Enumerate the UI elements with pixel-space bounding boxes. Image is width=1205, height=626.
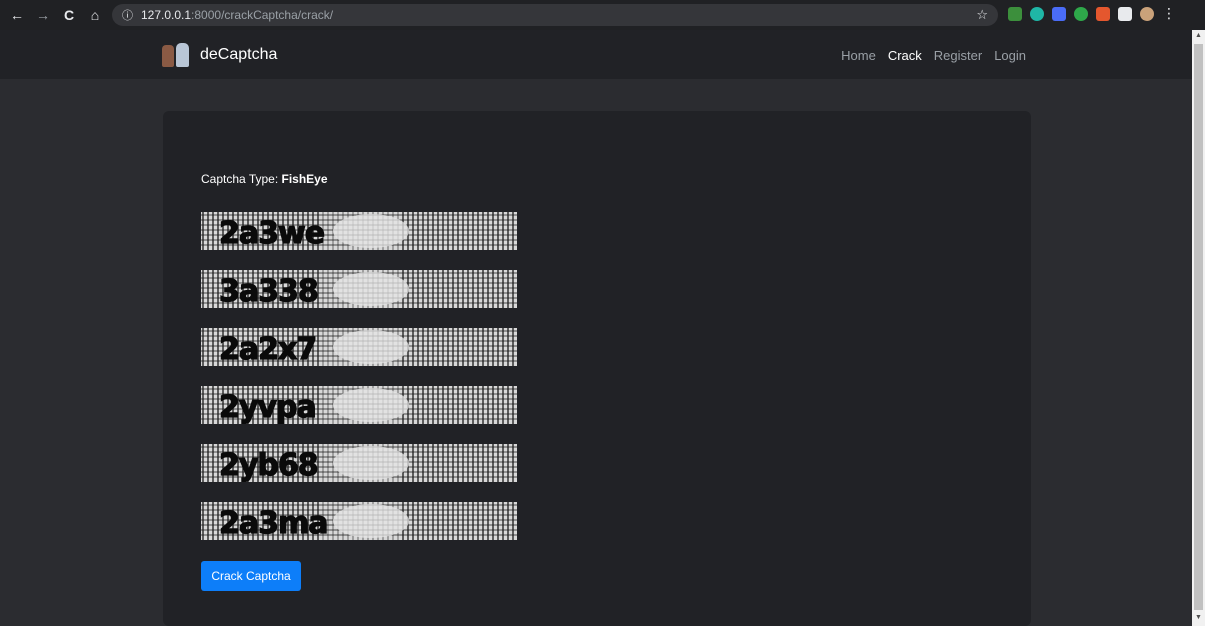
- site-navbar: deCaptcha Home Crack Register Login: [0, 30, 1192, 79]
- captcha-text: 3a338: [219, 274, 318, 308]
- captcha-type-label: Captcha Type:: [201, 172, 282, 186]
- brand[interactable]: deCaptcha: [162, 41, 277, 69]
- extension-flag-icon[interactable]: [1096, 6, 1110, 21]
- nav-crack[interactable]: Crack: [888, 48, 922, 63]
- extensions-bar: ⋮: [1008, 5, 1176, 22]
- captcha-image: 2a3we: [201, 212, 517, 250]
- captcha-image: 2a2x7: [201, 328, 517, 366]
- captcha-list: 2a3we 3a338 2a2x7 2yvpa 2yb68 2a3ma: [201, 212, 517, 560]
- extension-evernote-icon[interactable]: [1074, 6, 1088, 21]
- bookmark-star-icon[interactable]: ☆: [976, 7, 988, 23]
- captcha-text: 2yb68: [219, 448, 318, 482]
- captcha-text: 2a3we: [219, 216, 324, 250]
- captcha-text: 2a3ma: [219, 506, 328, 540]
- reload-icon[interactable]: C: [58, 4, 80, 26]
- scroll-up-icon[interactable]: ▲: [1194, 32, 1203, 42]
- crack-captcha-button[interactable]: Crack Captcha: [201, 561, 301, 591]
- crack-card: Captcha Type: FishEye 2a3we 3a338 2a2x7 2yv…: [163, 111, 1031, 626]
- address-bar[interactable]: ⓘ 127.0.0.1:8000/crackCaptcha/crack/ ☆: [112, 4, 998, 26]
- extension-edit-icon[interactable]: [1008, 6, 1022, 21]
- scroll-down-icon[interactable]: ▼: [1194, 614, 1203, 624]
- nav-links: Home Crack Register Login: [841, 48, 1026, 63]
- nav-home[interactable]: Home: [841, 48, 876, 63]
- nav-register[interactable]: Register: [934, 48, 982, 63]
- browser-menu-icon[interactable]: ⋮: [1162, 5, 1176, 22]
- home-icon[interactable]: ⌂: [84, 4, 106, 26]
- captcha-text: 2a2x7: [219, 332, 316, 366]
- extensions-puzzle-icon[interactable]: [1118, 6, 1132, 21]
- captcha-type-value: FishEye: [281, 172, 328, 186]
- captcha-image: 2yvpa: [201, 386, 517, 424]
- brand-logo-icon: [162, 41, 192, 69]
- captcha-type-line: Captcha Type: FishEye: [201, 172, 328, 186]
- back-icon[interactable]: ←: [6, 4, 28, 26]
- scrollbar[interactable]: ▲ ▼: [1192, 30, 1205, 626]
- browser-toolbar: ← → C ⌂ ⓘ 127.0.0.1:8000/crackCaptcha/cr…: [0, 0, 1205, 30]
- profile-avatar[interactable]: [1140, 6, 1154, 21]
- captcha-image: 2yb68: [201, 444, 517, 482]
- captcha-image: 3a338: [201, 270, 517, 308]
- page: deCaptcha Home Crack Register Login Capt…: [0, 30, 1192, 626]
- site-info-icon[interactable]: ⓘ: [122, 7, 133, 23]
- scroll-thumb[interactable]: [1194, 44, 1203, 610]
- captcha-text: 2yvpa: [219, 390, 316, 424]
- brand-name: deCaptcha: [200, 46, 278, 63]
- extension-m-icon[interactable]: [1030, 6, 1044, 21]
- captcha-image: 2a3ma: [201, 502, 517, 540]
- url-host: 127.0.0.1: [141, 8, 192, 22]
- nav-login[interactable]: Login: [994, 48, 1026, 63]
- url-path: :8000/crackCaptcha/crack/: [191, 8, 334, 22]
- forward-icon[interactable]: →: [32, 4, 54, 26]
- extension-screen-icon[interactable]: [1052, 6, 1066, 21]
